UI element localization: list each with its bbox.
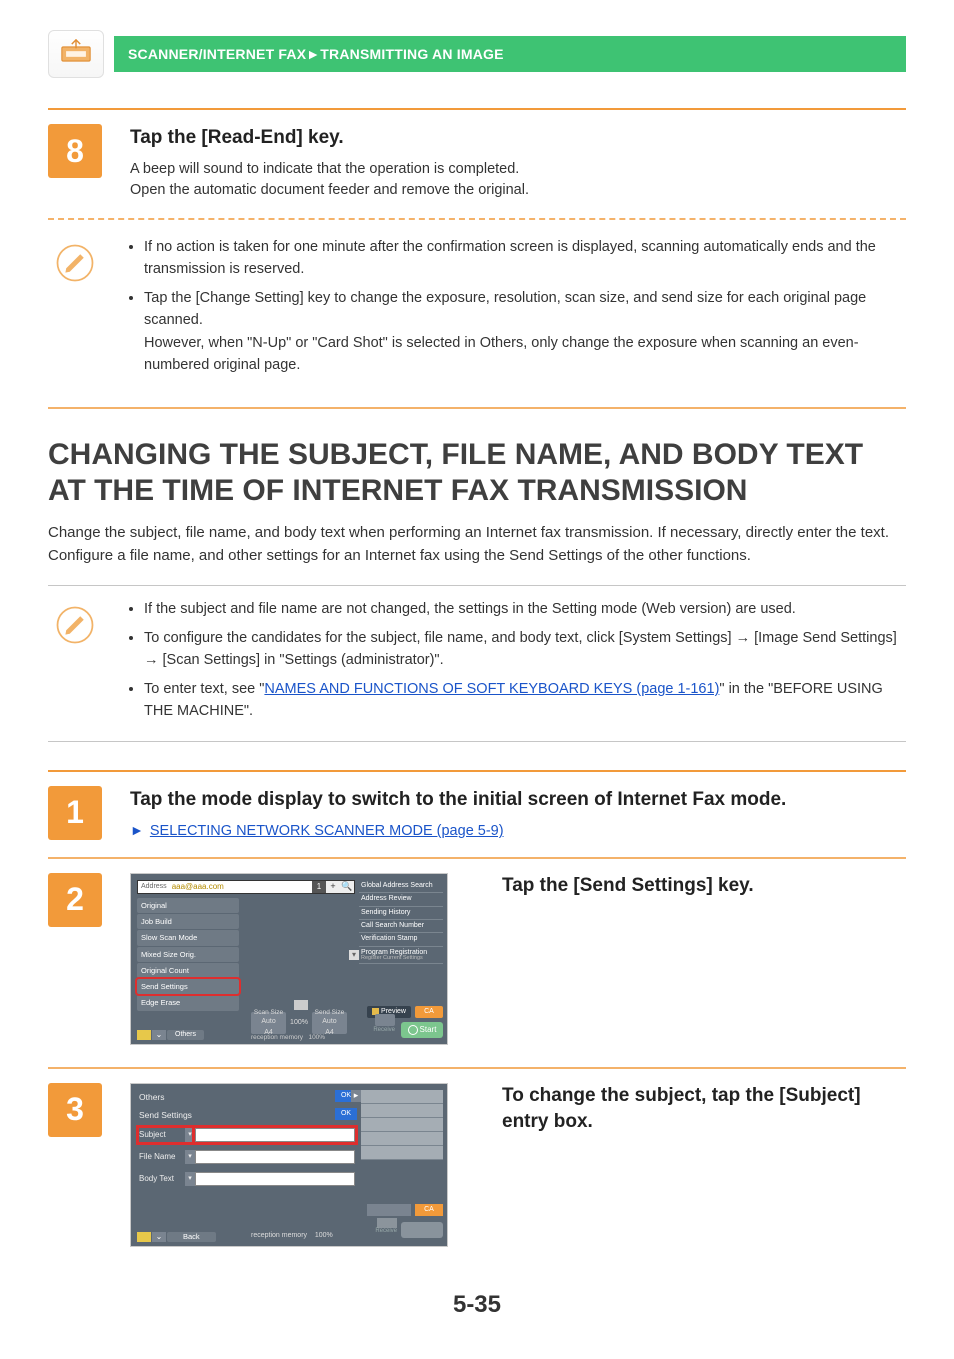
info-item: To configure the candidates for the subj… bbox=[144, 627, 906, 672]
start-button[interactable]: Start bbox=[401, 1022, 443, 1038]
ca-button[interactable]: CA bbox=[415, 1204, 443, 1216]
preview-button-disabled bbox=[367, 1204, 411, 1216]
step-8-line1: A beep will sound to indicate that the o… bbox=[130, 159, 906, 181]
add-button[interactable]: + bbox=[326, 881, 340, 893]
breadcrumb: SCANNER/INTERNET FAX►TRANSMITTING AN IMA… bbox=[114, 36, 906, 72]
ok-button[interactable]: OK bbox=[335, 1108, 357, 1120]
menu-mixed-size[interactable]: Mixed Size Orig. bbox=[137, 947, 239, 962]
action-verification-stamp[interactable]: Verification Stamp bbox=[359, 933, 443, 946]
bodytext-input[interactable] bbox=[195, 1172, 355, 1186]
info-item: If the subject and file name are not cha… bbox=[144, 598, 906, 620]
count-badge[interactable]: 1 bbox=[312, 881, 326, 893]
scan-size-button[interactable]: Scan Size Auto A4 bbox=[251, 1012, 286, 1034]
dropdown-icon[interactable]: ⌄ bbox=[152, 1232, 166, 1242]
menu-original[interactable]: Original bbox=[137, 898, 239, 913]
favorite-icon[interactable] bbox=[137, 1030, 151, 1040]
scanner-mode-link[interactable]: SELECTING NETWORK SCANNER MODE (page 5-9… bbox=[150, 823, 504, 839]
subject-input[interactable] bbox=[195, 1128, 355, 1142]
dropdown-icon[interactable]: ▾ bbox=[185, 1150, 195, 1164]
step-1-title: Tap the mode display to switch to the in… bbox=[130, 786, 906, 815]
action-panel: Global Address Search Address Review Sen… bbox=[359, 880, 443, 964]
bottom-row: ⌄ Others bbox=[137, 1030, 204, 1040]
page-number: 5-35 bbox=[48, 1291, 906, 1319]
step-8-title: Tap the [Read-End] key. bbox=[130, 124, 906, 153]
pencil-note-icon bbox=[48, 236, 102, 290]
info-note-box: If the subject and file name are not cha… bbox=[48, 585, 906, 741]
ca-button[interactable]: CA bbox=[415, 1006, 443, 1018]
pencil-note-icon bbox=[48, 598, 102, 652]
scroll-down-icon[interactable]: ▾ bbox=[349, 950, 359, 960]
dropdown-icon[interactable]: ⌄ bbox=[152, 1030, 166, 1040]
header-bar: SCANNER/INTERNET FAX►TRANSMITTING AN IMA… bbox=[48, 30, 906, 78]
step-number: 8 bbox=[48, 124, 102, 178]
expand-arrow-icon[interactable]: ▸ bbox=[351, 1090, 361, 1102]
step-number: 1 bbox=[48, 786, 102, 840]
step-8: 8 Tap the [Read-End] key. A beep will so… bbox=[48, 110, 906, 212]
action-global-search[interactable]: Global Address Search bbox=[359, 880, 443, 893]
menu-send-settings[interactable]: Send Settings bbox=[137, 979, 239, 994]
menu-job-build[interactable]: Job Build bbox=[137, 914, 239, 929]
touchscreen-figure-2: Others OK Send Settings OK ▸ S bbox=[130, 1083, 448, 1247]
speaker-button[interactable] bbox=[375, 1014, 395, 1026]
touchscreen-figure-1: Address aaa@aaa.com 1 + 🔍 ▸ Original Job… bbox=[130, 873, 448, 1045]
link-arrow-icon: ► bbox=[130, 822, 144, 838]
menu-slow-scan[interactable]: Slow Scan Mode bbox=[137, 930, 239, 945]
section-heading: CHANGING THE SUBJECT, FILE NAME, AND BOD… bbox=[48, 437, 906, 509]
address-bar[interactable]: Address aaa@aaa.com 1 + 🔍 bbox=[137, 880, 355, 894]
filename-input[interactable] bbox=[195, 1150, 355, 1164]
action-call-search[interactable]: Call Search Number bbox=[359, 920, 443, 933]
action-sending-history[interactable]: Sending History bbox=[359, 907, 443, 920]
step-8-line2: Open the automatic document feeder and r… bbox=[130, 180, 906, 202]
step-1: 1 Tap the mode display to switch to the … bbox=[48, 772, 906, 853]
receive-label: Receive bbox=[375, 1227, 397, 1236]
step-3: 3 Others OK Send Settings OK ▸ bbox=[48, 1069, 906, 1247]
info-item: To enter text, see "NAMES AND FUNCTIONS … bbox=[144, 678, 906, 723]
action-panel-empty bbox=[361, 1090, 443, 1206]
note-item: Tap the [Change Setting] key to change t… bbox=[144, 287, 906, 377]
scanner-mode-icon bbox=[48, 30, 104, 78]
receive-label: Receive bbox=[373, 1026, 395, 1035]
dropdown-icon[interactable]: ▾ bbox=[185, 1128, 195, 1142]
bodytext-row: Body Text ▾ bbox=[139, 1172, 355, 1186]
step-number: 3 bbox=[48, 1083, 102, 1137]
note-item: If no action is taken for one minute aft… bbox=[144, 236, 906, 281]
keyboard-keys-link[interactable]: NAMES AND FUNCTIONS OF SOFT KEYBOARD KEY… bbox=[264, 681, 719, 697]
send-size-button[interactable]: Send Size Auto A4 bbox=[312, 1012, 347, 1034]
size-info: Scan Size Auto A4 100% Send Size Auto A4 bbox=[251, 1000, 351, 1034]
start-button-disabled bbox=[401, 1222, 443, 1238]
action-address-review[interactable]: Address Review bbox=[359, 893, 443, 906]
favorite-icon[interactable] bbox=[137, 1232, 151, 1242]
filename-row: File Name ▾ bbox=[139, 1150, 355, 1164]
subject-row: Subject ▾ bbox=[139, 1128, 355, 1142]
search-icon[interactable]: 🔍 bbox=[340, 881, 354, 893]
others-button[interactable]: Others bbox=[167, 1030, 204, 1040]
action-program-reg[interactable]: Program Registration Register Current Se… bbox=[359, 947, 443, 965]
others-label: Others bbox=[139, 1091, 165, 1104]
step-3-title: To change the subject, tap the [Subject]… bbox=[502, 1083, 906, 1134]
send-settings-label: Send Settings bbox=[139, 1109, 192, 1122]
step-8-note: If no action is taken for one minute aft… bbox=[48, 230, 906, 403]
menu-edge-erase[interactable]: Edge Erase bbox=[137, 995, 239, 1010]
menu-original-count[interactable]: Original Count bbox=[137, 963, 239, 978]
step-2: 2 Address aaa@aaa.com 1 + 🔍 ▸ Original J… bbox=[48, 859, 906, 1045]
back-button[interactable]: Back bbox=[167, 1232, 216, 1242]
section-intro: Change the subject, file name, and body … bbox=[48, 521, 906, 568]
dropdown-icon[interactable]: ▾ bbox=[185, 1172, 195, 1186]
step-number: 2 bbox=[48, 873, 102, 927]
step-2-title: Tap the [Send Settings] key. bbox=[502, 873, 906, 899]
left-menu: Original Job Build Slow Scan Mode Mixed … bbox=[137, 898, 239, 1012]
